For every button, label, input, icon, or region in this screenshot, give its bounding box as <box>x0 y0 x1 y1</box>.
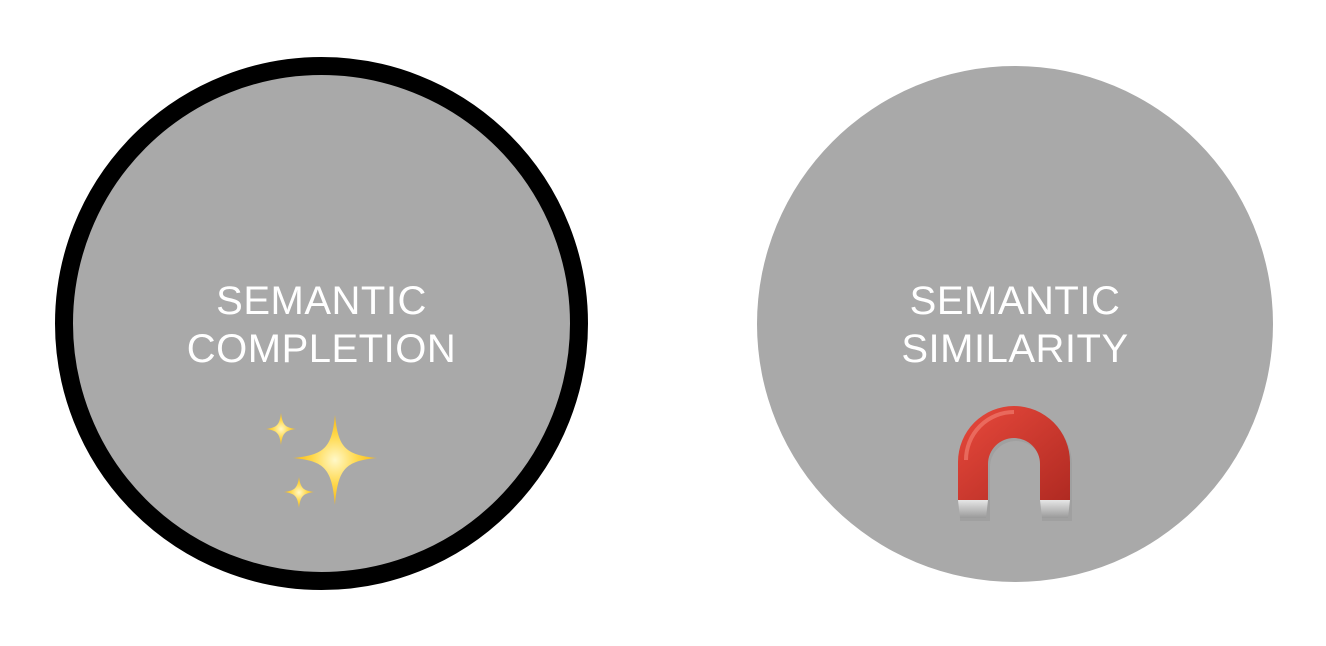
semantic-similarity-label: SEMANTIC SIMILARITY <box>757 277 1273 373</box>
magnet-icon <box>958 406 1072 521</box>
semantic-completion-line1: SEMANTIC <box>216 279 427 323</box>
sparkles-icon <box>266 413 377 508</box>
semantic-similarity-circle[interactable]: SEMANTIC SIMILARITY <box>757 66 1273 582</box>
semantic-similarity-line2: SIMILARITY <box>901 327 1129 371</box>
semantic-completion-line2: COMPLETION <box>186 327 457 371</box>
semantic-similarity-line1: SEMANTIC <box>909 279 1121 323</box>
semantic-completion-label: SEMANTIC COMPLETION <box>73 277 570 373</box>
diagram-canvas: SEMANTIC COMPLETION SEMANTIC SIMILARITY <box>0 0 1326 646</box>
semantic-completion-circle[interactable]: SEMANTIC COMPLETION <box>55 57 588 590</box>
